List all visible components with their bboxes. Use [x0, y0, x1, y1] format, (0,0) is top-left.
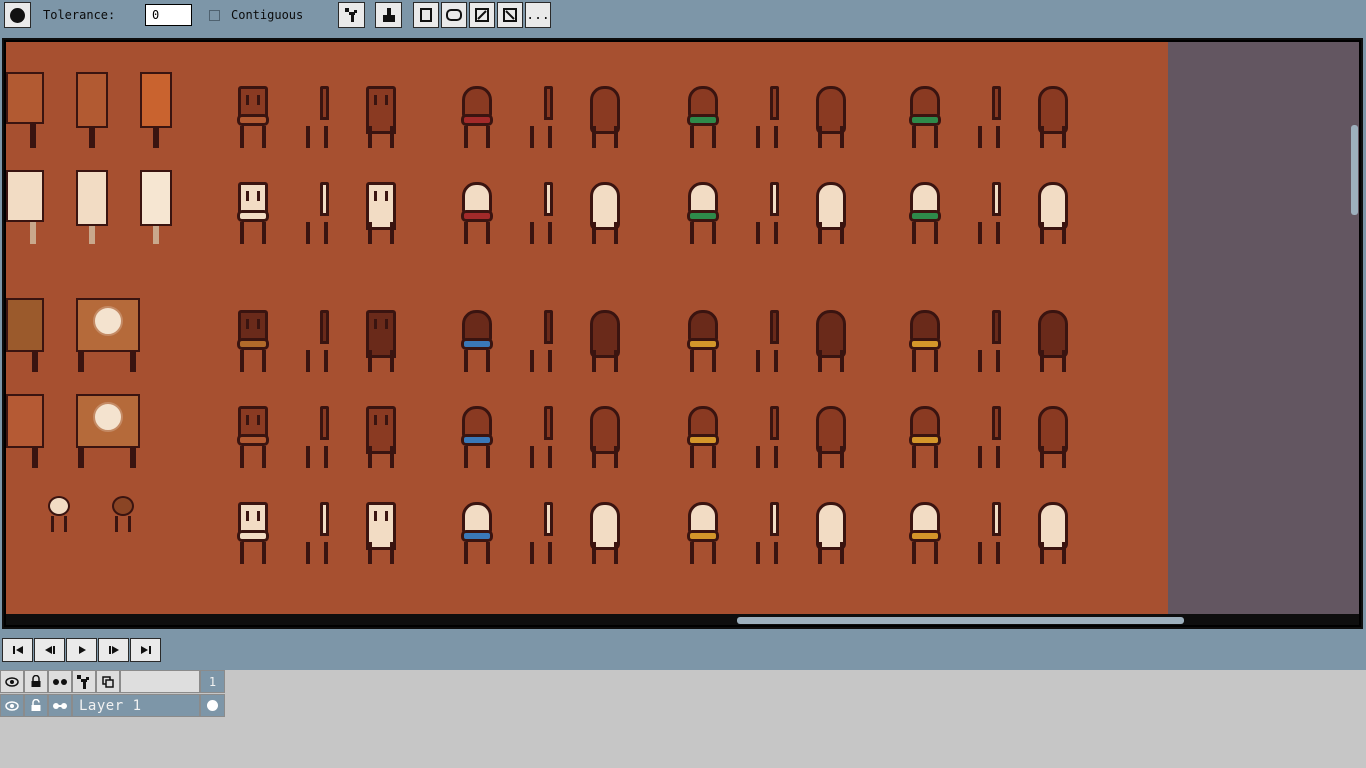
more-label: ...	[526, 7, 550, 23]
play-icon	[78, 646, 86, 654]
timeline-panel: 1 Layer 1	[0, 670, 1366, 768]
lock-open-icon	[31, 699, 41, 711]
previous-frame-icon	[44, 646, 55, 654]
table-sprite	[140, 72, 172, 148]
brush-square-icon[interactable]	[413, 2, 439, 28]
more-options-button[interactable]: ...	[525, 2, 551, 28]
table-sprite	[140, 170, 172, 244]
first-frame-button[interactable]	[2, 638, 33, 662]
pixel-perfect-icon[interactable]	[338, 2, 365, 28]
cel-dot-icon	[207, 700, 218, 711]
layer-continuous-toggle[interactable]	[48, 694, 72, 717]
next-frame-button[interactable]	[98, 638, 129, 662]
layer-header-spacer	[120, 670, 200, 693]
table-sprite	[76, 394, 140, 468]
canvas-outside-area	[1168, 42, 1350, 614]
eye-icon	[5, 700, 19, 711]
layer-lock-toggle[interactable]	[24, 694, 48, 717]
lock-icon[interactable]	[24, 670, 48, 693]
table-sprite	[6, 170, 44, 244]
context-toolbar: Tolerance: Contiguous ...	[0, 0, 1366, 32]
table-sprite	[76, 72, 108, 148]
first-frame-icon	[12, 646, 23, 654]
link-cels-icon[interactable]	[72, 670, 96, 693]
table-sprite	[6, 298, 44, 372]
play-button[interactable]	[66, 638, 97, 662]
last-frame-button[interactable]	[130, 638, 161, 662]
eye-icon[interactable]	[0, 670, 24, 693]
tolerance-input[interactable]	[145, 4, 192, 26]
table-sprite	[76, 298, 140, 372]
tolerance-label: Tolerance:	[43, 8, 116, 22]
layers-icon[interactable]	[96, 670, 120, 693]
sprite-canvas[interactable]	[6, 42, 1168, 614]
paint-bucket-circle-icon[interactable]	[4, 2, 31, 28]
table-sprite	[6, 72, 44, 148]
last-frame-icon	[140, 646, 151, 654]
layer-name[interactable]: Layer 1	[72, 694, 200, 717]
contiguous-label: Contiguous	[231, 8, 304, 22]
contiguous-checkbox[interactable]	[209, 10, 220, 21]
next-frame-icon	[108, 646, 119, 654]
vertical-scroll-thumb[interactable]	[1351, 125, 1358, 215]
brush-diagonal-alt-icon[interactable]	[497, 2, 523, 28]
previous-frame-button[interactable]	[34, 638, 65, 662]
fill-bucket-icon[interactable]	[375, 2, 402, 28]
continuous-icon	[53, 702, 67, 709]
table-sprite	[76, 170, 108, 244]
onion-skin-icon[interactable]	[48, 670, 72, 693]
sprite-editor[interactable]	[2, 38, 1363, 629]
brush-round-icon[interactable]	[441, 2, 467, 28]
table-sprite	[6, 394, 44, 468]
brush-diagonal-icon[interactable]	[469, 2, 495, 28]
layer-visibility-toggle[interactable]	[0, 694, 24, 717]
horizontal-scroll-thumb[interactable]	[737, 617, 1184, 624]
frame-cel[interactable]	[200, 694, 225, 717]
frame-number-header[interactable]: 1	[200, 670, 225, 693]
